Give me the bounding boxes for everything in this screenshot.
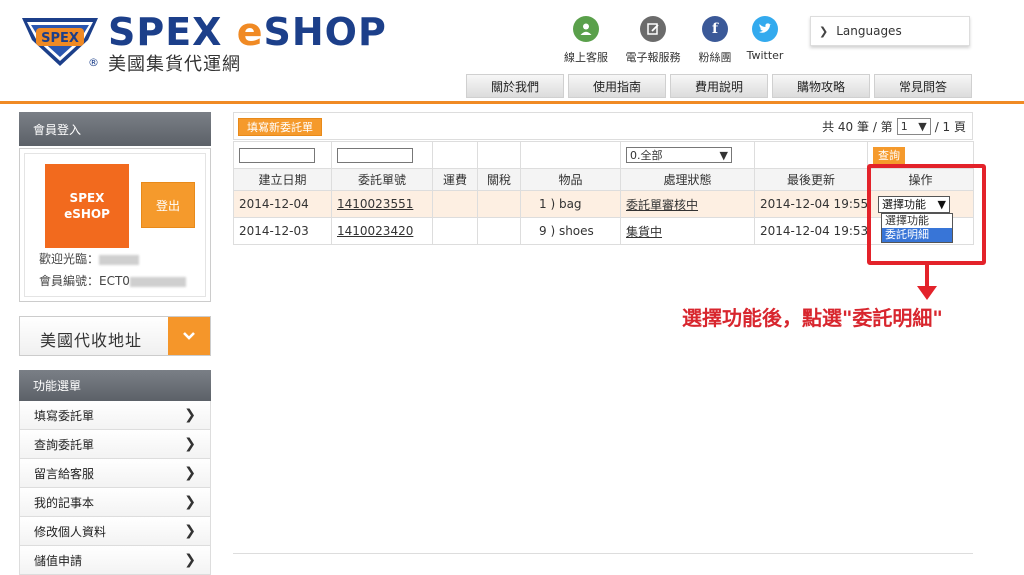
new-order-button[interactable]: 填寫新委託單 [238, 118, 322, 136]
order-no-filter-input[interactable] [337, 147, 413, 163]
avatar: SPEX eSHOP [45, 164, 129, 248]
menu-item-new-order[interactable]: 填寫委託單 ❯ [19, 401, 211, 430]
chevron-right-icon: ❯ [184, 523, 196, 539]
chevron-right-icon: ❯ [184, 494, 196, 510]
twitter-icon [752, 16, 778, 42]
languages-dropdown[interactable]: ❯ Languages [810, 16, 970, 46]
logout-button[interactable]: 登出 [141, 182, 195, 228]
status-filter-select[interactable]: 0.全部 ▼ [626, 147, 732, 163]
chevron-right-icon: ❯ [184, 436, 196, 452]
menu-item-edit-profile[interactable]: 修改個人資料 ❯ [19, 517, 211, 546]
nav-faq[interactable]: 常見問答 [874, 74, 972, 98]
brand-name[interactable]: SPEX eSHOP [108, 10, 387, 54]
chevron-down-icon[interactable] [168, 317, 210, 355]
social-person[interactable]: 線上客服 [556, 16, 616, 65]
chevron-right-icon: ❯ [184, 465, 196, 481]
member-id-line: 會員編號：ECT0 [39, 272, 186, 289]
menu-item-notebook[interactable]: 我的記事本 ❯ [19, 488, 211, 517]
caret-down-icon: ▼ [918, 120, 927, 133]
chevron-right-icon: ❯ [184, 407, 196, 423]
caret-down-icon: ▼ [719, 148, 728, 162]
tagline: 美國集貨代運網 [108, 54, 241, 75]
us-address-button[interactable]: 美國代收地址 [19, 316, 211, 356]
facebook-icon: f [702, 16, 728, 42]
chevron-right-icon: ❯ [184, 552, 196, 568]
menu-item-message-support[interactable]: 留言給客服 ❯ [19, 459, 211, 488]
date-filter-input[interactable] [239, 147, 315, 163]
status-link[interactable]: 集貨中 [626, 225, 662, 239]
svg-text:SPEX: SPEX [41, 31, 79, 46]
social-newsletter[interactable]: 電子報服務 [623, 16, 683, 65]
social-twitter[interactable]: Twitter [735, 16, 795, 62]
menu-item-query-order[interactable]: 查詢委託單 ❯ [19, 430, 211, 459]
status-link[interactable]: 委託單審核中 [626, 198, 698, 212]
table-header: 建立日期 委託單號 運費 關稅 物品 處理狀態 最後更新 操作 [233, 168, 974, 191]
menu-panel-title: 功能選單 [19, 370, 211, 401]
order-link[interactable]: 1410023551 [337, 197, 413, 211]
filter-row: 0.全部 ▼ 查詢 [233, 141, 974, 169]
site-header: SPEX SPEX eSHOP ® 美國集貨代運網 線上客服 電子報服務 f 粉… [0, 0, 1024, 104]
order-link[interactable]: 1410023420 [337, 224, 413, 238]
order-toolbar: 填寫新委託單 共 40 筆 / 第 1 ▼ / 1 頁 [233, 112, 973, 140]
chevron-down-icon: ❯ [819, 24, 829, 38]
order-table: 0.全部 ▼ 查詢 建立日期 委託單號 運費 關稅 物品 處理狀態 最後更新 操作… [233, 141, 974, 245]
login-panel-title: 會員登入 [19, 112, 211, 146]
arrow-down-icon [917, 262, 937, 300]
page-select[interactable]: 1 ▼ [896, 118, 931, 135]
divider [233, 553, 973, 554]
registered-mark: ® [88, 56, 99, 69]
table-row: 2014-12-04 1410023551 1 ) bag 委託單審核中 201… [233, 190, 974, 218]
nav-shopping-tips[interactable]: 購物攻略 [772, 74, 870, 98]
newsletter-icon [640, 16, 666, 42]
highlight-box [867, 164, 986, 265]
menu-item-topup[interactable]: 儲值申請 ❯ [19, 546, 211, 575]
pager: 共 40 筆 / 第 1 ▼ / 1 頁 [822, 118, 966, 135]
person-icon [573, 16, 599, 42]
nav-fees[interactable]: 費用說明 [670, 74, 768, 98]
nav-guide[interactable]: 使用指南 [568, 74, 666, 98]
nav-about[interactable]: 關於我們 [466, 74, 564, 98]
annotation-text: 選擇功能後，點選"委託明細" [682, 306, 943, 330]
query-button[interactable]: 查詢 [873, 146, 905, 164]
login-panel: SPEX eSHOP 登出 歡迎光臨： 會員編號：ECT0 [19, 148, 211, 302]
welcome-line: 歡迎光臨： [39, 250, 140, 267]
table-row: 2014-12-03 1410023420 9 ) shoes 集貨中 2014… [233, 217, 974, 245]
